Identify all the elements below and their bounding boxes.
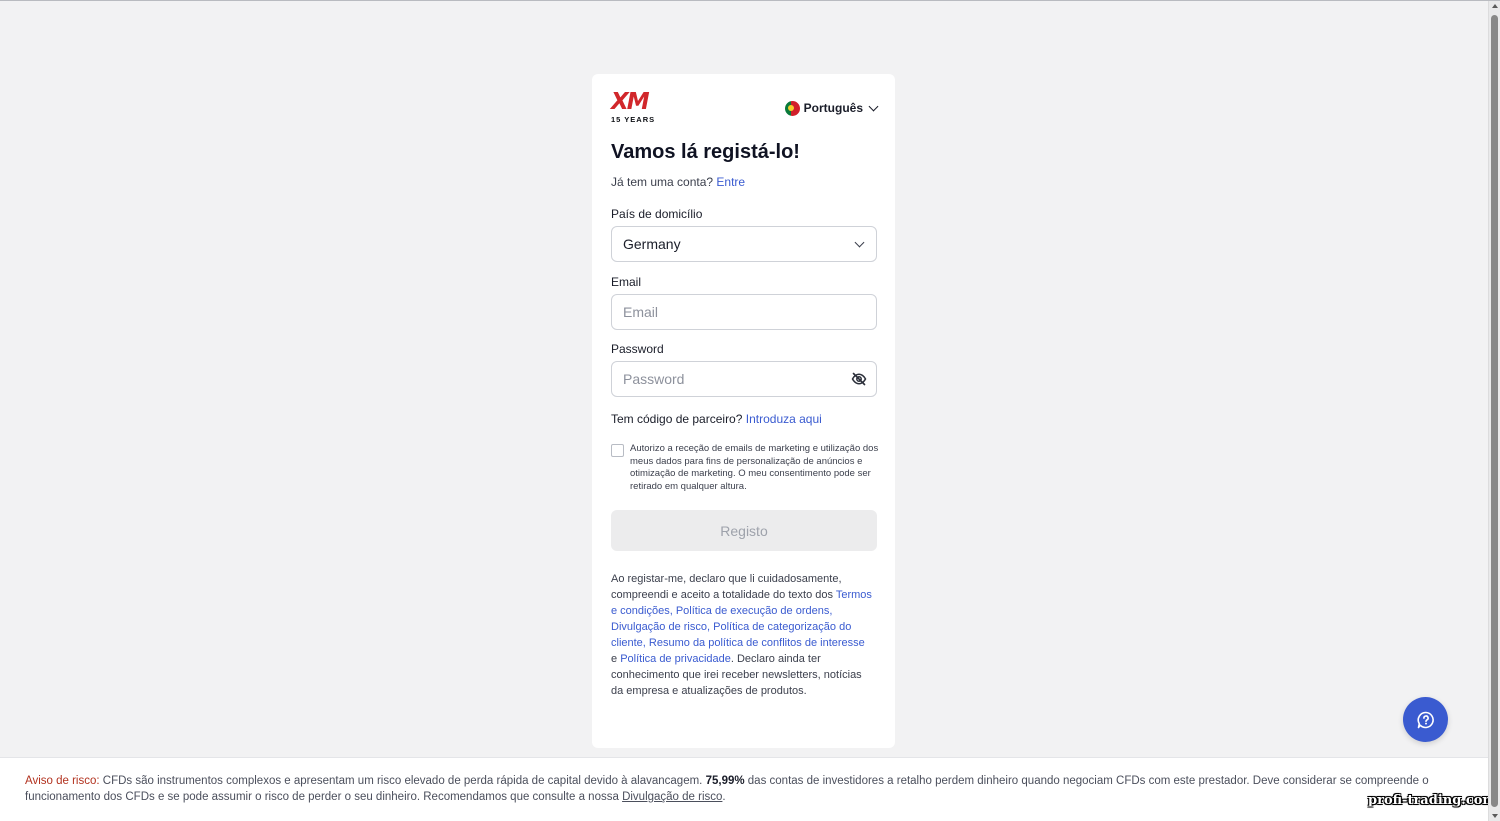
watermark: profi-trading.com (1368, 793, 1497, 808)
chat-support-button[interactable] (1403, 697, 1448, 742)
country-select-value: Germany (623, 236, 681, 252)
marketing-consent-text: Autorizo a receção de emails de marketin… (630, 443, 879, 492)
legal-and: e (611, 653, 621, 665)
scroll-down-arrow-icon[interactable] (1492, 814, 1498, 818)
risk-warning-label: Aviso de risco: (25, 775, 100, 787)
country-label: País de domicílio (611, 207, 703, 221)
country-select[interactable]: Germany (611, 226, 877, 262)
portugal-flag-icon (784, 100, 800, 116)
legal-intro: Ao registar-me, declaro que li cuidadosa… (611, 573, 842, 601)
email-input[interactable] (611, 294, 877, 330)
email-label: Email (611, 275, 642, 289)
xm-logo[interactable]: XM 15 YEARS (611, 89, 657, 126)
page-title: Vamos lá registá-lo! (611, 141, 800, 163)
card-header: XM 15 YEARS Português (611, 89, 879, 126)
scrollbar-thumb[interactable] (1491, 15, 1498, 807)
partner-prompt-text: Tem código de parceiro? (611, 412, 743, 426)
register-button[interactable]: Registo (611, 510, 877, 551)
legal-separator: , (829, 605, 833, 617)
password-input[interactable] (611, 361, 877, 397)
page: XM 15 YEARS Português Vamos lá registá-l… (0, 0, 1500, 821)
conflicts-of-interest-link[interactable]: Resumo da política de conflitos de inter… (649, 637, 865, 649)
chevron-down-icon (868, 101, 879, 111)
partner-code-prompt: Tem código de parceiro? Introduza aqui (611, 412, 822, 426)
risk-disclosure-footer-link[interactable]: Divulgação de risco (622, 791, 722, 803)
logo-subtext: 15 YEARS (611, 115, 656, 124)
partner-code-link[interactable]: Introduza aqui (746, 412, 822, 426)
marketing-consent-checkbox[interactable] (611, 444, 624, 457)
chat-help-icon (1416, 711, 1434, 728)
chevron-down-icon (854, 237, 865, 247)
risk-warning-banner: Aviso de risco: CFDs são instrumentos co… (0, 757, 1488, 821)
eye-off-icon[interactable] (851, 371, 867, 387)
login-prompt: Já tem uma conta? Entre (611, 175, 745, 189)
risk-disclosure-link[interactable]: Divulgação de risco (611, 621, 707, 633)
language-label: Português (803, 101, 863, 115)
page-scrollbar[interactable] (1488, 1, 1500, 821)
risk-percentage: 75,99% (705, 775, 745, 787)
password-label: Password (611, 342, 664, 356)
login-prompt-text: Já tem uma conta? (611, 175, 714, 189)
registration-card: XM 15 YEARS Português Vamos lá registá-l… (592, 74, 895, 748)
scroll-up-arrow-icon[interactable] (1492, 4, 1498, 8)
privacy-policy-link[interactable]: Política de privacidade (620, 653, 731, 665)
logo-mark: XM (611, 89, 650, 115)
legal-declaration: Ao registar-me, declaro que li cuidadosa… (611, 571, 873, 699)
risk-warning-end: . (722, 791, 726, 803)
risk-warning-text: CFDs são instrumentos complexos e aprese… (99, 775, 706, 787)
logo-mark-text: XM (611, 89, 650, 115)
language-selector[interactable]: Português (784, 99, 879, 117)
login-link[interactable]: Entre (716, 175, 745, 189)
execution-policy-link[interactable]: Política de execução de ordens (676, 605, 830, 617)
